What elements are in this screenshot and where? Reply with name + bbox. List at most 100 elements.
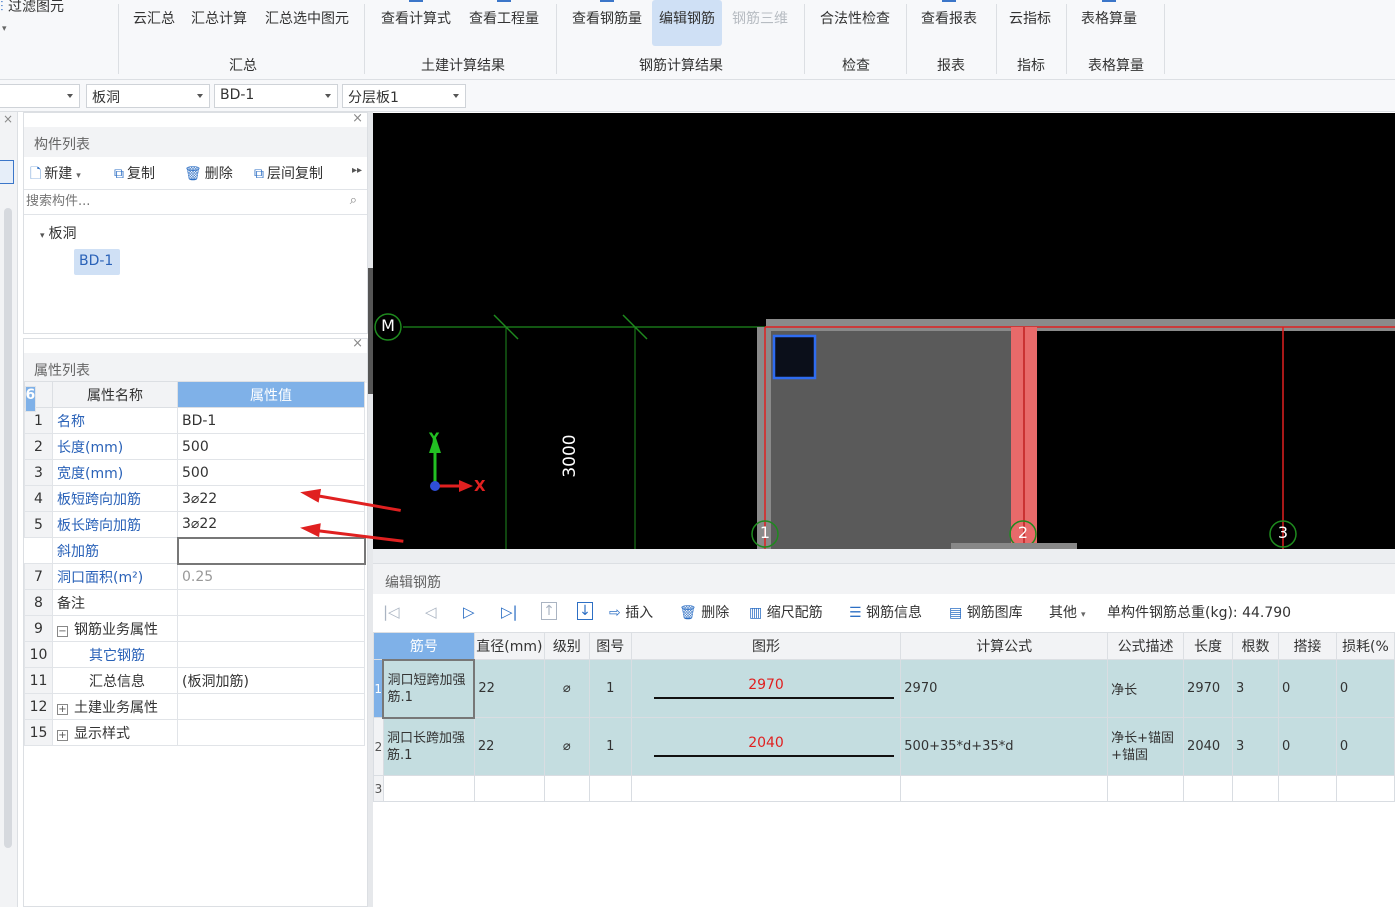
table-row[interactable]: 1 洞口短跨加强筋.1 22 ⌀ 1 2970 2970 净长 2970 3 0… — [373, 658, 1395, 719]
property-row[interactable]: 12 + 土建业务属性 — [24, 693, 365, 720]
panel-toggle-icon[interactable] — [0, 160, 14, 184]
other-menu[interactable]: 其他 ▾ — [1049, 602, 1086, 622]
filter-elements-button[interactable]: ⫶ 过滤图元 — [0, 0, 64, 16]
figure-cell[interactable]: 1 — [588, 717, 632, 776]
property-value[interactable] — [177, 641, 365, 668]
view-formula-button[interactable]: 查看计算式 — [376, 0, 456, 46]
property-row[interactable]: 11 汇总信息 (板洞加筋) — [24, 667, 365, 694]
empty-cell[interactable] — [1232, 775, 1279, 802]
cloud-summary-button[interactable]: 云汇总 — [128, 0, 180, 46]
shape-cell[interactable]: 2040 — [630, 717, 902, 776]
figure-cell[interactable]: 1 — [588, 659, 632, 718]
empty-cell[interactable] — [1183, 775, 1234, 802]
move-down-icon[interactable]: ↓ — [577, 602, 593, 620]
property-value[interactable]: 500 — [177, 433, 365, 460]
shape-value[interactable]: 2970 — [632, 677, 900, 693]
shape-cell[interactable]: 2970 — [630, 659, 902, 718]
view-report-button[interactable]: 查看报表 — [914, 0, 984, 46]
drawing-canvas[interactable]: M 1 2 3 3000 Y X — [373, 113, 1395, 549]
search-box[interactable]: ⌕ — [24, 189, 367, 215]
rebar-3d-button[interactable]: 钢筋三维 — [726, 0, 794, 46]
tree-collapse-icon[interactable]: ▾ — [40, 231, 45, 241]
count-cell[interactable]: 3 — [1232, 659, 1279, 718]
property-row[interactable]: 1 名称 BD-1 — [24, 407, 365, 434]
empty-cell[interactable] — [1277, 775, 1337, 802]
bar-name-cell[interactable]: 洞口长跨加强筋.1 — [382, 717, 475, 776]
property-row[interactable]: 10 其它钢筋 — [24, 641, 365, 668]
scale-rebar-button[interactable]: ▥ 缩尺配筋 — [749, 602, 823, 622]
rebar-library-button[interactable]: ▤ 钢筋图库 — [949, 602, 1023, 622]
property-row-selected[interactable]: 6 斜加筋 — [24, 385, 366, 565]
close-icon[interactable]: × — [3, 112, 13, 126]
bar-name-cell[interactable]: 洞口短跨加强筋.1 — [382, 658, 476, 719]
empty-cell[interactable] — [588, 775, 632, 802]
property-group[interactable]: + 显示样式 — [52, 719, 178, 746]
empty-cell[interactable] — [543, 775, 590, 802]
empty-cell[interactable] — [473, 775, 545, 802]
property-value[interactable] — [177, 589, 365, 616]
close-icon[interactable]: × — [352, 336, 363, 351]
tree-group-board-hole[interactable]: ▾ 板洞 — [40, 223, 77, 243]
last-record-icon[interactable]: ▷| — [501, 603, 518, 621]
summary-calc-button[interactable]: 汇总计算 — [186, 0, 252, 46]
loss-cell[interactable]: 0 — [1335, 717, 1395, 776]
scrollbar[interactable] — [4, 208, 12, 848]
rebar-info-button[interactable]: ☰ 钢筋信息 — [849, 602, 922, 622]
delete-row-button[interactable]: 🗑 删除 — [679, 602, 729, 622]
table-row[interactable]: 3 — [373, 775, 1395, 802]
view-quantity-button[interactable]: 查看工程量 — [464, 0, 544, 46]
layer-select[interactable]: 分层板1 — [342, 84, 466, 108]
move-up-icon[interactable]: ↑ — [541, 602, 557, 620]
summary-selected-button[interactable]: 汇总选中图元 — [258, 0, 356, 46]
property-value[interactable]: 500 — [177, 459, 365, 486]
category-select[interactable]: 板洞 — [86, 84, 210, 108]
component-select[interactable]: BD-1 — [214, 84, 338, 108]
property-value-editor[interactable] — [176, 536, 366, 565]
copy-button[interactable]: ⧉ 复制 — [114, 159, 155, 185]
view-rebar-qty-button[interactable]: 查看钢筋量 — [566, 0, 648, 46]
property-row[interactable]: 3 宽度(mm) 500 — [24, 459, 365, 486]
floor-copy-button[interactable]: ⧉ 层间复制 — [254, 159, 323, 185]
length-cell[interactable]: 2040 — [1183, 717, 1234, 776]
close-icon[interactable]: × — [352, 111, 363, 126]
tree-item-bd1[interactable]: BD-1 — [74, 249, 120, 275]
property-row[interactable]: 15 + 显示样式 — [24, 719, 365, 746]
length-cell[interactable]: 2970 — [1183, 659, 1234, 718]
next-record-icon[interactable]: ▷ — [463, 603, 475, 621]
prev-record-icon[interactable]: ◁ — [425, 603, 437, 621]
diameter-cell[interactable]: 22 — [473, 659, 545, 718]
count-cell[interactable]: 3 — [1232, 717, 1279, 776]
formula-cell[interactable]: 500+35*d+35*d — [900, 717, 1109, 776]
empty-cell[interactable] — [1335, 775, 1395, 802]
horizontal-splitter[interactable] — [373, 549, 1395, 563]
lap-cell[interactable]: 0 — [1277, 717, 1337, 776]
cloud-index-button[interactable]: 云指标 — [1002, 0, 1058, 46]
shape-value[interactable]: 2040 — [632, 735, 900, 751]
more-icon[interactable]: ▸▸ — [352, 159, 362, 185]
property-row[interactable]: 8 备注 — [24, 589, 365, 616]
insert-button[interactable]: ⇨ 插入 — [609, 602, 653, 622]
desc-cell[interactable]: 净长 — [1107, 659, 1185, 718]
grade-cell[interactable]: ⌀ — [543, 717, 590, 776]
expand-icon[interactable]: + — [57, 703, 68, 715]
edit-rebar-button[interactable]: 编辑钢筋 — [652, 0, 722, 46]
loss-cell[interactable]: 0 — [1335, 659, 1395, 718]
empty-cell[interactable] — [900, 775, 1109, 802]
new-button[interactable]: 🗋 新建 ▾ — [30, 159, 81, 185]
property-row[interactable]: 7 洞口面积(m²) 0.25 — [24, 563, 365, 590]
empty-cell[interactable] — [1107, 775, 1185, 802]
delete-button[interactable]: 🗑 删除 — [184, 159, 233, 185]
first-record-icon[interactable]: |◁ — [383, 603, 400, 621]
property-name[interactable]: 其它钢筋 — [52, 641, 178, 668]
collapse-icon[interactable]: − — [57, 625, 68, 637]
property-value[interactable]: BD-1 — [177, 407, 365, 434]
desc-cell[interactable]: 净长+锚固+锚固 — [1107, 717, 1185, 776]
empty-cell[interactable] — [630, 775, 902, 802]
property-row[interactable]: 9− 钢筋业务属性 — [24, 615, 365, 642]
table-row[interactable]: 2 洞口长跨加强筋.1 22 ⌀ 1 2040 500+35*d+35*d 净长… — [373, 717, 1395, 776]
property-row[interactable]: 2 长度(mm) 500 — [24, 433, 365, 460]
property-group[interactable]: − 钢筋业务属性 — [52, 615, 178, 642]
property-group[interactable]: + 土建业务属性 — [52, 693, 178, 720]
lap-cell[interactable]: 0 — [1277, 659, 1337, 718]
grade-cell[interactable]: ⌀ — [543, 659, 590, 718]
